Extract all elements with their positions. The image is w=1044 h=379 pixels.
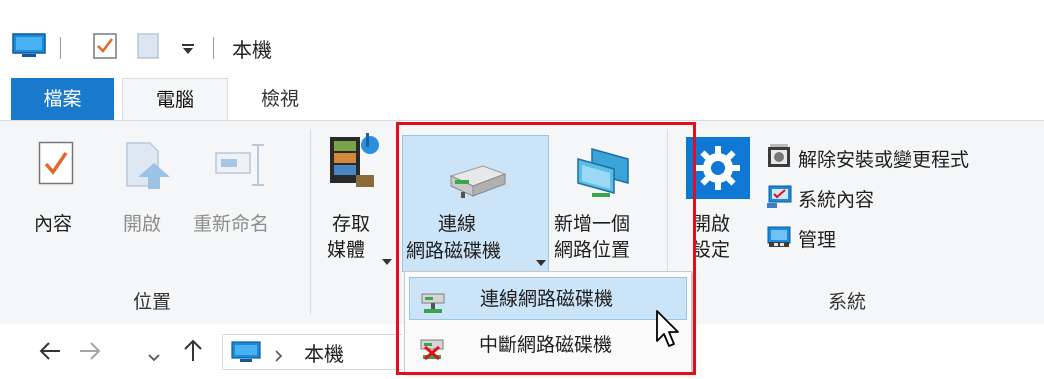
uninstall-program-label: 解除安裝或變更程式	[798, 149, 970, 171]
new-folder-icon[interactable]	[137, 33, 159, 63]
tab-view[interactable]: 檢視	[236, 78, 324, 120]
system-properties-icon	[766, 183, 792, 218]
annotation-highlight-box	[396, 122, 696, 375]
manage-item[interactable]: 管理	[766, 223, 836, 253]
rename-label: 重新命名	[193, 213, 270, 235]
group-label-location: 位置	[133, 291, 172, 313]
computer-management-icon	[766, 223, 792, 258]
breadcrumb-this-pc[interactable]: 本機	[304, 338, 344, 367]
window-title: 本機	[232, 38, 272, 62]
this-pc-icon[interactable]	[12, 33, 46, 63]
open-label: 開啟	[123, 213, 162, 235]
manage-label: 管理	[798, 229, 837, 251]
uninstall-icon	[766, 143, 792, 178]
ribbon-tabs: 檔案 電腦 檢視	[0, 78, 1044, 122]
access-media-label-line1: 存取	[332, 213, 371, 235]
open-settings-label-line2: 設定	[692, 239, 731, 261]
open-arrow-icon	[124, 141, 174, 195]
access-media-dropdown-arrow-icon	[382, 250, 392, 269]
tab-file[interactable]: 檔案	[11, 78, 114, 120]
system-properties-item[interactable]: 系統內容	[766, 183, 874, 213]
system-properties-label: 系統內容	[798, 189, 875, 211]
up-arrow-icon[interactable]	[183, 338, 203, 366]
tab-computer[interactable]: 電腦	[122, 78, 228, 122]
this-pc-icon	[231, 341, 261, 367]
group-label-system: 系統	[828, 291, 867, 313]
access-media-label-line2: 媒體	[327, 239, 366, 261]
uninstall-program-item[interactable]: 解除安裝或變更程式	[766, 143, 969, 173]
rename-icon	[214, 143, 270, 191]
group-divider	[310, 129, 311, 315]
properties-label: 內容	[34, 213, 73, 235]
properties-icon[interactable]	[93, 33, 117, 63]
customize-toolbar-chevron-icon[interactable]	[181, 40, 195, 59]
properties-checkmark-icon	[38, 141, 74, 189]
media-film-icon	[326, 131, 382, 195]
back-arrow-icon[interactable]	[38, 340, 62, 366]
open-settings-label-line1: 開啟	[692, 213, 731, 235]
forward-arrow-icon[interactable]	[78, 340, 102, 366]
recent-locations-chevron-icon[interactable]	[148, 347, 160, 366]
breadcrumb-separator-icon[interactable]	[275, 347, 283, 366]
